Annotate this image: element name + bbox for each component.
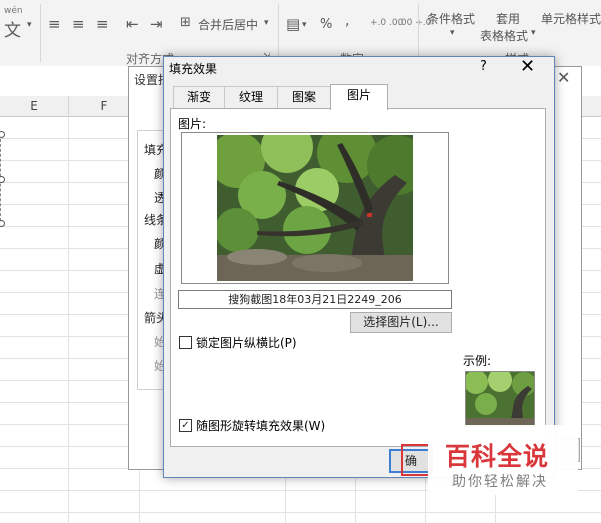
cell-style-button[interactable]: 单元格样式 bbox=[541, 10, 601, 27]
grid-line bbox=[0, 512, 601, 513]
close-icon[interactable]: ✕ bbox=[557, 68, 570, 87]
merge-cells-icon: ⊞ bbox=[180, 15, 191, 30]
conditional-format-button[interactable]: 条件格式 bbox=[427, 10, 475, 27]
table-apply-button[interactable]: 套用 bbox=[496, 10, 520, 27]
lock-ratio-label[interactable]: 锁定图片纵横比(P) bbox=[196, 334, 297, 351]
tab-pattern[interactable]: 图案 bbox=[277, 86, 331, 108]
merge-center-label: 合并后居中 bbox=[198, 18, 259, 32]
align-right-icon[interactable]: ≡ bbox=[96, 15, 109, 33]
accounting-format-icon[interactable]: ▤ bbox=[286, 15, 300, 33]
ribbon-separator bbox=[40, 4, 41, 62]
percent-button[interactable]: % bbox=[320, 17, 332, 32]
column-header-e[interactable]: E bbox=[0, 96, 69, 117]
chevron-down-icon[interactable]: ▾ bbox=[450, 28, 455, 38]
tab-gradient[interactable]: 渐变 bbox=[173, 86, 225, 108]
lock-ratio-checkbox[interactable] bbox=[179, 336, 192, 349]
picture-preview-frame bbox=[181, 132, 449, 284]
tab-texture[interactable]: 纹理 bbox=[224, 86, 278, 108]
highlight-box bbox=[401, 444, 431, 476]
comma-button[interactable]: , bbox=[345, 13, 349, 29]
tab-picture[interactable]: 图片 bbox=[330, 84, 388, 110]
sample-preview bbox=[464, 368, 536, 427]
rotate-with-shape-label[interactable]: 随图形旋转填充效果(W) bbox=[196, 417, 325, 434]
decrease-indent-icon[interactable]: ⇤ bbox=[126, 15, 139, 33]
watermark-title: 百科全说 bbox=[445, 442, 550, 471]
ribbon-separator bbox=[418, 4, 419, 62]
increase-indent-icon[interactable]: ⇥ bbox=[150, 15, 163, 33]
grid-line bbox=[68, 116, 69, 523]
chevron-down-icon[interactable]: ▾ bbox=[302, 20, 307, 30]
ribbon-separator bbox=[278, 4, 279, 62]
phonetic-guide-label: wén bbox=[4, 6, 23, 16]
rotate-with-shape-checkbox[interactable]: ✓ bbox=[179, 419, 192, 432]
phonetic-guide-icon[interactable]: 文 bbox=[4, 16, 21, 41]
forest-tree-picture bbox=[217, 135, 413, 281]
picture-file-name: 搜狗截图18年03月21日2249_206 bbox=[178, 290, 452, 309]
picture-label: 图片: bbox=[178, 117, 207, 131]
help-icon[interactable]: ? bbox=[480, 59, 487, 74]
align-center-icon[interactable]: ≡ bbox=[72, 15, 85, 33]
watermark-subtitle: 助你轻松解决 bbox=[452, 474, 548, 490]
resize-handle[interactable] bbox=[0, 131, 5, 138]
chevron-down-icon[interactable]: ▾ bbox=[27, 20, 32, 30]
sample-forest-picture bbox=[464, 368, 536, 426]
dialog-title: 填充效果 bbox=[169, 62, 218, 76]
table-format-label[interactable]: 表格格式 bbox=[480, 27, 528, 44]
sample-label: 示例: bbox=[463, 354, 492, 368]
close-icon[interactable]: ✕ bbox=[520, 56, 535, 77]
chevron-down-icon[interactable]: ▾ bbox=[531, 28, 536, 38]
align-left-icon[interactable]: ≡ bbox=[48, 15, 61, 33]
chevron-down-icon: ▾ bbox=[264, 18, 269, 28]
select-picture-button[interactable]: 选择图片(L)... bbox=[350, 312, 452, 333]
